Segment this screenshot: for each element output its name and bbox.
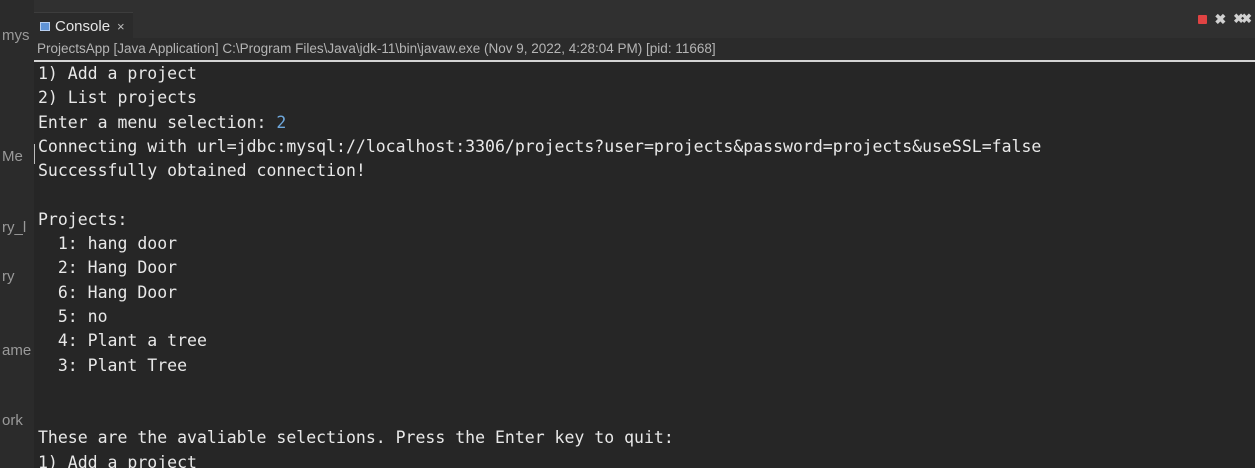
gutter-fragment: ork [2,412,23,429]
top-strip [34,0,1255,8]
remove-launch-icon[interactable]: ✖ [1214,12,1226,26]
text-caret [34,144,35,164]
project-list-item: 4: Plant a tree [38,331,207,351]
project-list-item: 6: Hang Door [38,282,178,302]
view-tab-bar: Console × ✖ ✖✖ [34,8,1255,39]
project-list-item: 2: Hang Door [38,258,178,278]
project-list-item: 3: Plant Tree [38,355,188,375]
console-line: 1) Add a project [38,64,197,83]
console-line: Connecting with url=jdbc:mysql://localho… [38,136,1042,156]
console-line: Successfully obtained connection! [38,161,366,181]
tab-console-label: Console [55,17,111,35]
gutter-fragment: mys [2,27,30,44]
console-prompt-line: Enter a menu selection: 2 [34,111,1255,135]
console-output[interactable]: 1) Add a project 2) List projects Enter … [34,62,1255,468]
console-prompt: Enter a menu selection: [38,112,277,132]
launch-description: ProjectsApp [Java Application] C:\Progra… [34,38,1255,62]
console-line: 2) List projects [38,88,197,108]
gutter-fragment: ry_l [2,219,27,236]
console-line: 1) Add a project [38,452,197,468]
tab-close-icon[interactable]: × [117,19,125,34]
console-icon [40,21,50,31]
console-user-input: 2 [276,112,287,132]
terminate-icon[interactable] [1198,14,1208,24]
left-gutter: mys Me ry_l ry ame ork [0,0,34,468]
tab-console[interactable]: Console × [34,12,133,39]
console-toolbar: ✖ ✖✖ [1198,12,1252,26]
gutter-fragment: ry [2,268,15,285]
project-list-item: 5: no [38,306,108,326]
gutter-fragment: ame [2,342,32,359]
console-line: Projects: [38,209,128,229]
gutter-fragment: Me [2,148,23,165]
remove-all-terminated-icon[interactable]: ✖✖ [1233,12,1252,26]
console-line: These are the avaliable selections. Pres… [38,428,674,448]
project-list-item: 1: hang door [38,234,178,254]
